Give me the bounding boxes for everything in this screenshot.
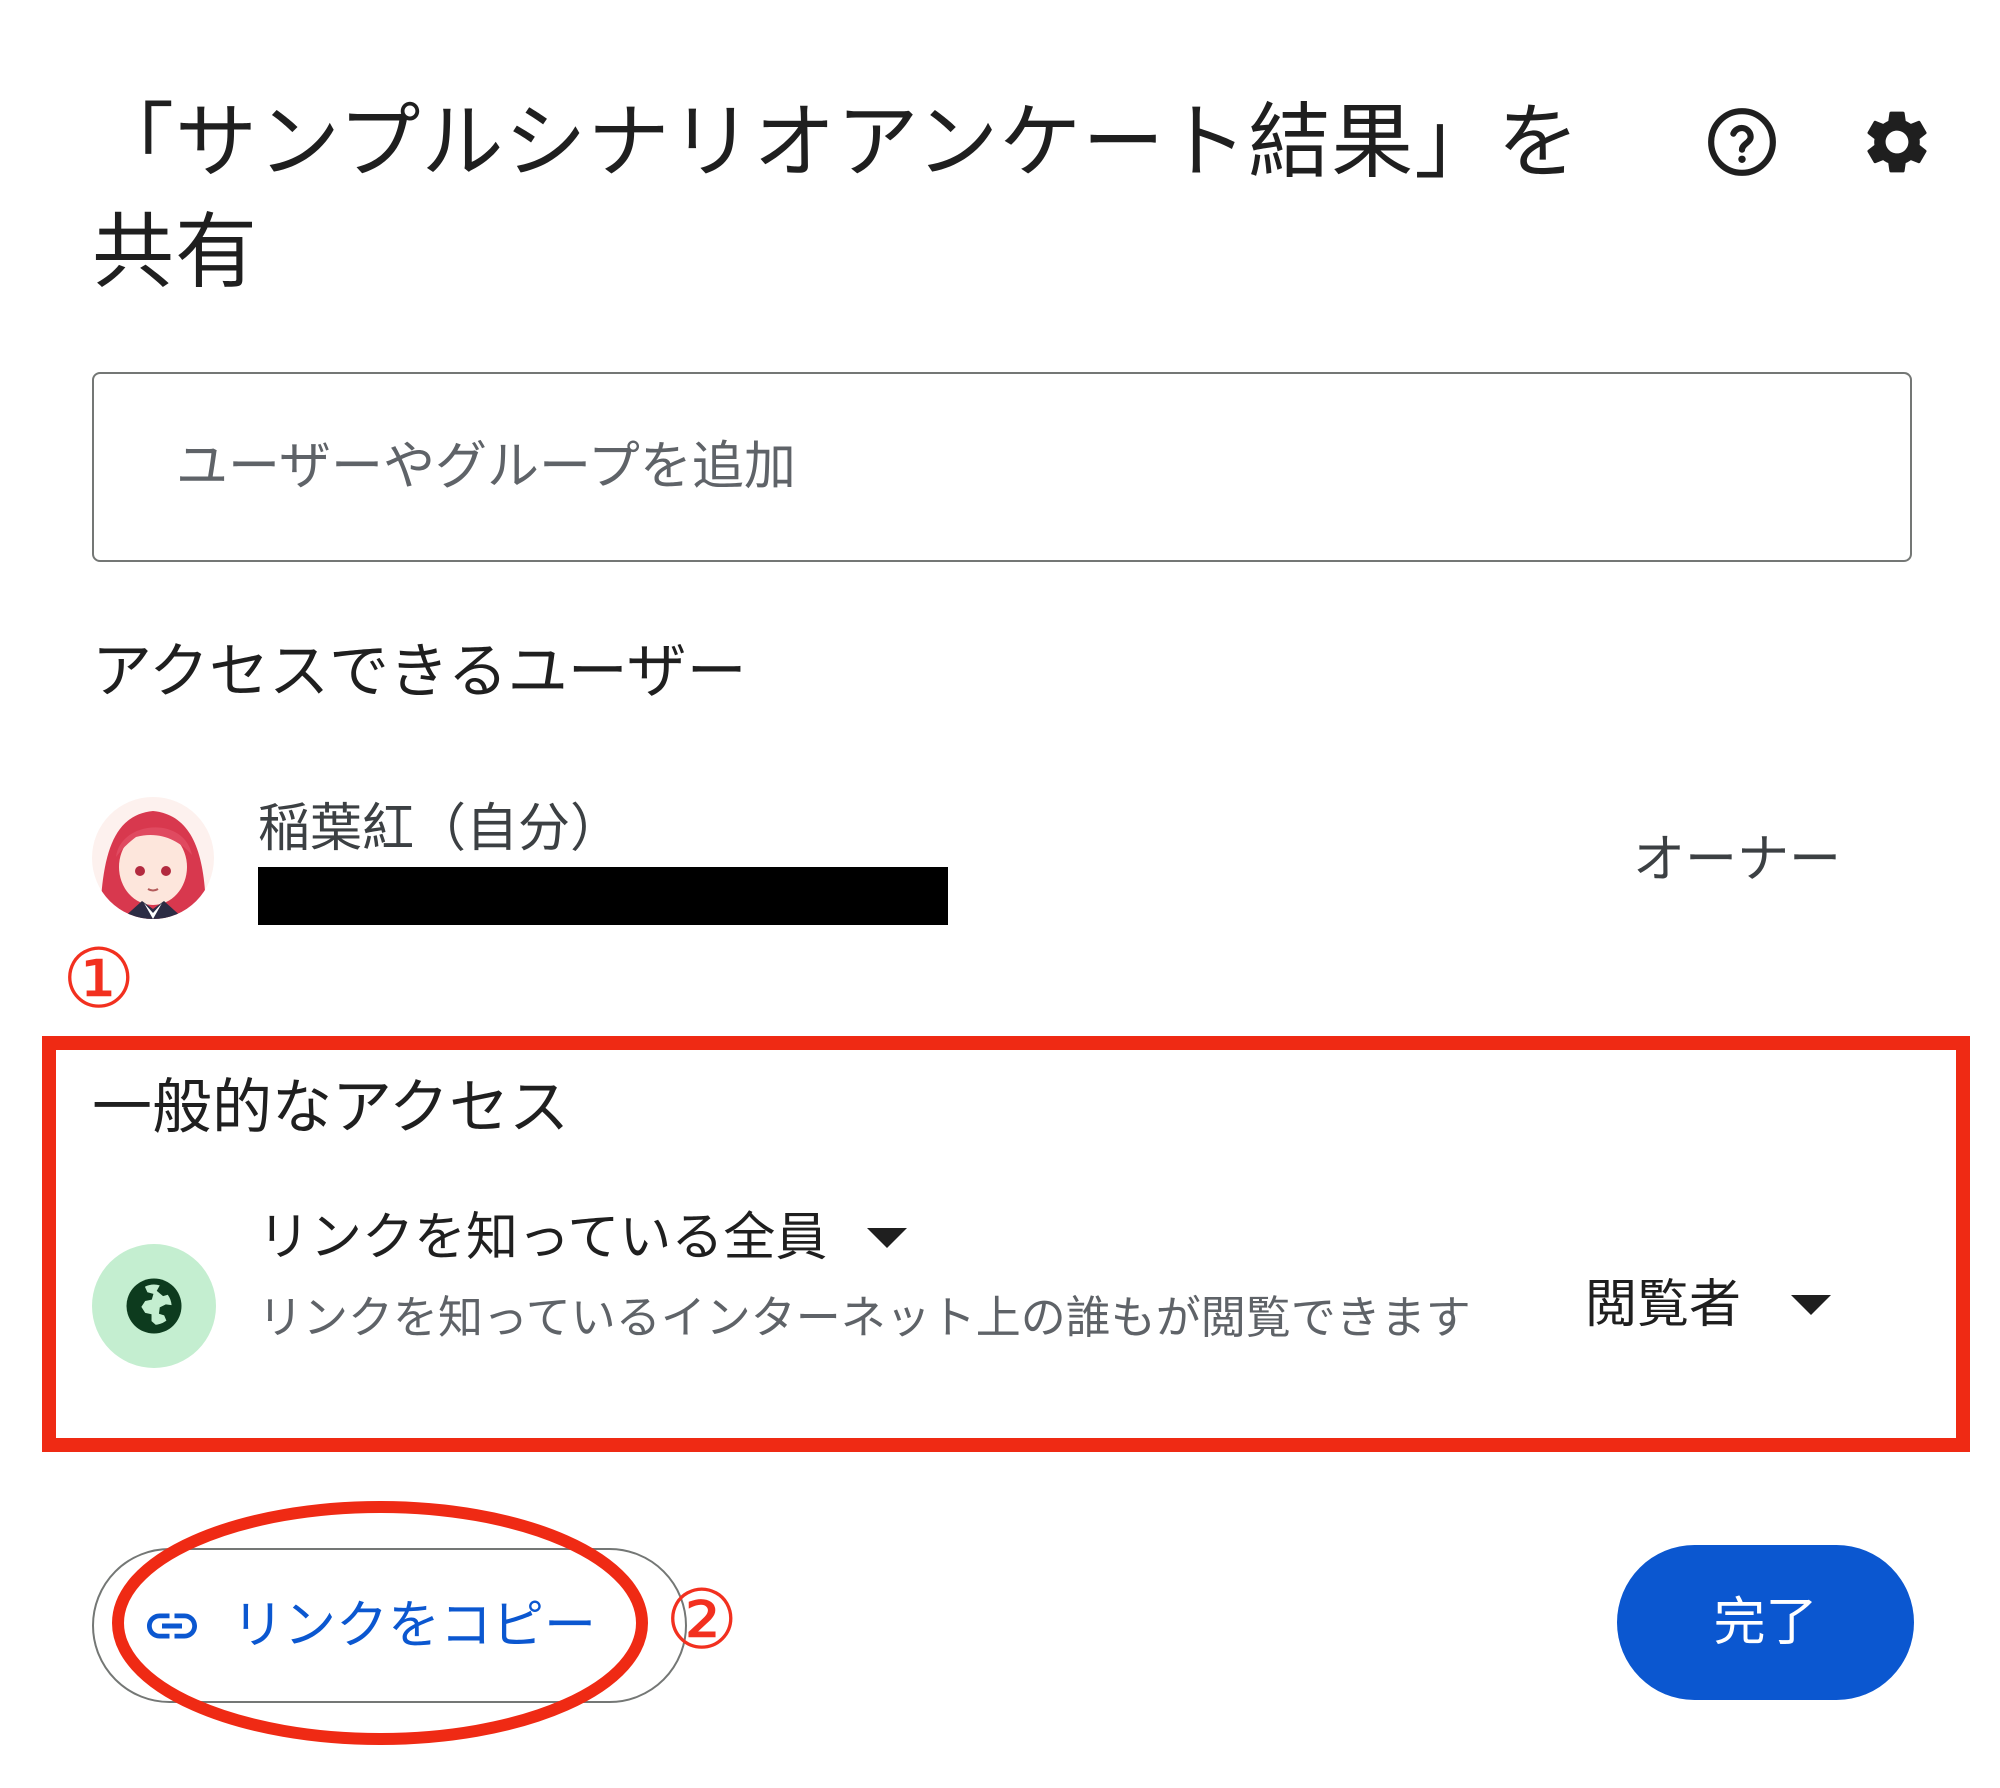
add-people-input[interactable] xyxy=(174,436,1910,498)
globe-badge xyxy=(92,1244,216,1368)
add-people-field[interactable] xyxy=(92,372,1912,562)
settings-button[interactable] xyxy=(1852,97,1942,187)
copy-link-button[interactable]: リンクをコピー xyxy=(92,1548,687,1703)
globe-icon xyxy=(126,1278,182,1334)
annotation-marker-1: ① xyxy=(62,932,136,1027)
done-button[interactable]: 完了 xyxy=(1617,1545,1914,1700)
copy-link-label: リンクをコピー xyxy=(232,1595,597,1656)
general-access-value: リンクを知っている全員 xyxy=(258,1208,828,1268)
share-dialog: 「サンプルシナリオアンケート結果」を共有 アクセスできるユーザー 稲葉紅（自分） xyxy=(0,0,2000,1788)
caret-down-icon xyxy=(867,1228,908,1248)
avatar xyxy=(92,797,214,919)
caret-down-icon xyxy=(1791,1295,1832,1315)
people-section-title: アクセスできるユーザー xyxy=(92,637,747,707)
done-label: 完了 xyxy=(1713,1592,1818,1653)
user-name: 稲葉紅（自分） xyxy=(258,799,623,859)
redacted-email xyxy=(258,867,948,925)
annotation-marker-2: ② xyxy=(665,1573,739,1668)
dialog-title: 「サンプルシナリオアンケート結果」を共有 xyxy=(92,95,1581,300)
general-access-description: リンクを知っているインターネット上の誰もが閲覧できます xyxy=(258,1291,1471,1344)
link-icon xyxy=(147,1613,197,1638)
help-circle-icon xyxy=(1708,108,1776,176)
role-value: 閲覧者 xyxy=(1585,1275,1742,1335)
gear-icon xyxy=(1867,111,1927,173)
user-role-label: オーナー xyxy=(1633,830,1842,890)
general-access-title: 一般的なアクセス xyxy=(92,1073,569,1143)
role-dropdown[interactable]: 閲覧者 xyxy=(1585,1270,1832,1340)
general-access-dropdown[interactable]: リンクを知っている全員 xyxy=(258,1203,908,1273)
avatar-image xyxy=(92,797,214,919)
help-button[interactable] xyxy=(1697,97,1787,187)
